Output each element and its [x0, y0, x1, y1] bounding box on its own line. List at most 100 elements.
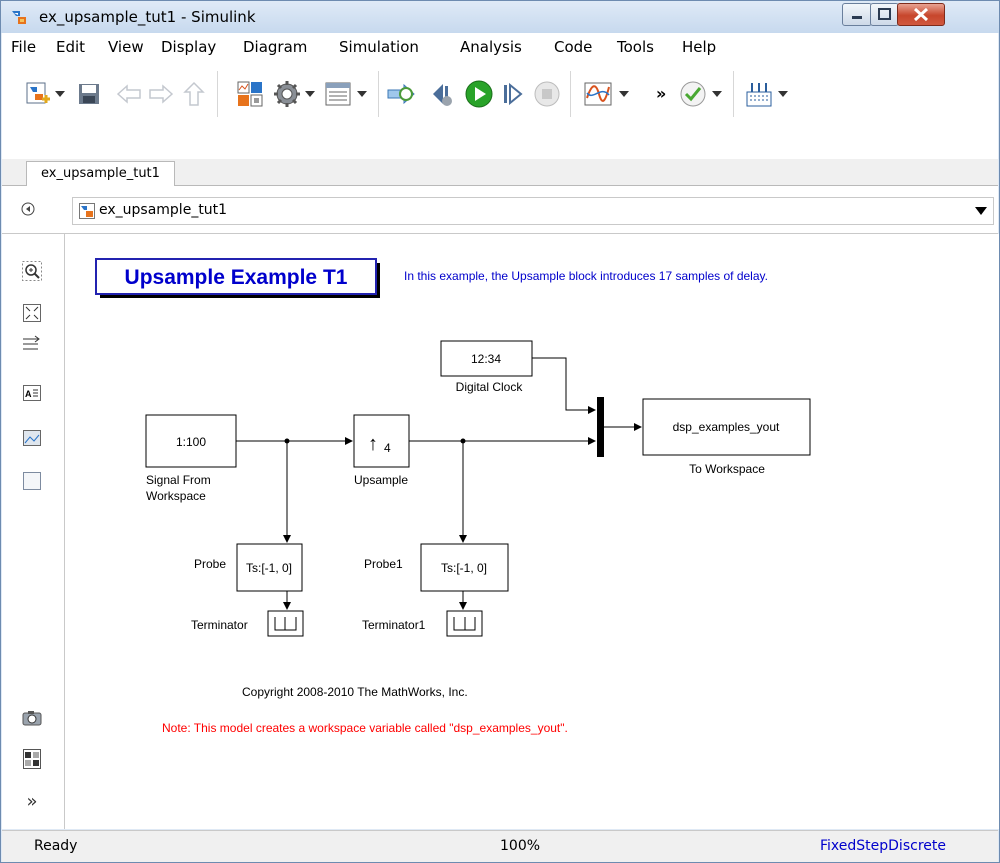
menu-display[interactable]: Display [161, 38, 216, 56]
to-workspace-block[interactable]: dsp_examples_yout [642, 398, 811, 456]
status-bar: Ready 100% FixedStepDiscrete [2, 830, 998, 862]
data-inspector-icon [584, 82, 612, 106]
new-model-dropdown-icon[interactable] [55, 91, 65, 97]
minimize-button[interactable] [842, 3, 872, 26]
menu-code[interactable]: Code [554, 38, 592, 56]
double-chevron-right-icon: » [26, 790, 38, 812]
model-title: Upsample Example T1 [125, 266, 348, 289]
check-icon [680, 81, 706, 107]
menu-analysis[interactable]: Analysis [460, 38, 522, 56]
palette-expand-button[interactable]: » [21, 790, 43, 812]
advisor-dropdown-icon[interactable] [712, 91, 722, 97]
digital-clock-content: 12:34 [471, 352, 501, 366]
model-advisor-button[interactable] [677, 78, 709, 110]
tab-ex-upsample-tut1[interactable]: ex_upsample_tut1 [26, 161, 175, 186]
new-model-button[interactable] [21, 78, 53, 110]
toolbar-separator [733, 71, 734, 117]
up-button[interactable] [178, 78, 210, 110]
update-diagram-icon [387, 83, 415, 105]
fit-to-view-button[interactable] [21, 302, 43, 324]
simulink-model-icon [79, 203, 95, 219]
model-settings-button[interactable] [271, 78, 303, 110]
annotation-button[interactable]: A [21, 382, 43, 404]
model-title-annotation[interactable]: Upsample Example T1 [95, 258, 380, 298]
image-button[interactable] [21, 427, 43, 449]
step-back-button[interactable] [425, 78, 457, 110]
save-icon [79, 84, 99, 104]
menu-view[interactable]: View [108, 38, 144, 56]
arrow-up-icon [183, 81, 205, 106]
area-button[interactable] [21, 470, 43, 492]
forward-button[interactable] [145, 78, 177, 110]
signal-from-workspace-block[interactable]: 1:100 [145, 414, 237, 468]
build-button[interactable] [743, 78, 775, 110]
update-diagram-button[interactable] [386, 78, 418, 110]
digital-clock-label: Digital Clock [456, 380, 524, 394]
model-canvas[interactable]: Upsample Example T1 In this example, the… [65, 234, 999, 829]
play-icon [465, 80, 493, 108]
route-lines-icon [23, 335, 40, 350]
inspector-dropdown-icon[interactable] [619, 91, 629, 97]
upsample-arrow-icon: ↑ [368, 433, 378, 455]
step-forward-icon [504, 82, 523, 106]
toolbar-separator [378, 71, 379, 117]
upsample-label: Upsample [354, 473, 408, 487]
fit-to-view-icon [23, 304, 41, 322]
zoom-icon [22, 261, 42, 281]
zoom-button[interactable] [21, 260, 43, 282]
library-browser-button[interactable] [234, 78, 266, 110]
run-button[interactable] [463, 78, 495, 110]
camera-icon [22, 711, 42, 726]
to-workspace-label: To Workspace [689, 462, 765, 476]
toolbar-overflow-button[interactable]: » [656, 84, 666, 103]
explorer-dropdown-icon[interactable] [357, 91, 367, 97]
property-inspector-button[interactable] [21, 748, 43, 770]
mux-block[interactable] [597, 397, 604, 457]
menu-simulation[interactable]: Simulation [339, 38, 419, 56]
workspace-note: Note: This model creates a workspace var… [162, 721, 568, 735]
branch-point [284, 438, 290, 444]
hide-browser-button[interactable] [20, 201, 36, 217]
probe1-content: Ts:[-1, 0] [441, 561, 487, 575]
save-button[interactable] [73, 78, 105, 110]
area-icon [23, 472, 41, 490]
route-lines-button[interactable] [21, 332, 43, 354]
maximize-button[interactable] [870, 3, 899, 26]
title-bar: ex_upsample_tut1 - Simulink [1, 1, 999, 33]
build-dropdown-icon[interactable] [778, 91, 788, 97]
model-path-field[interactable]: ex_upsample_tut1 [72, 197, 994, 225]
terminator1-block[interactable] [446, 610, 483, 637]
signal-from-workspace-content: 1:100 [176, 435, 206, 449]
upsample-block[interactable]: ↑ 4 [353, 414, 410, 468]
menu-edit[interactable]: Edit [56, 38, 85, 56]
menu-tools[interactable]: Tools [617, 38, 654, 56]
probe-block[interactable]: Ts:[-1, 0] [236, 543, 303, 592]
model-explorer-icon [325, 82, 351, 106]
stop-button[interactable] [531, 78, 563, 110]
settings-dropdown-icon[interactable] [305, 91, 315, 97]
signal-from-workspace-label-2: Workspace [146, 489, 206, 503]
menu-diagram[interactable]: Diagram [243, 38, 307, 56]
back-button[interactable] [113, 78, 145, 110]
status-solver[interactable]: FixedStepDiscrete [820, 838, 946, 854]
status-zoom: 100% [500, 838, 541, 854]
toolbar: » [2, 61, 998, 159]
tab-bar: ex_upsample_tut1 [2, 159, 998, 186]
screenshot-button[interactable] [21, 707, 43, 729]
model-explorer-button[interactable] [322, 78, 354, 110]
terminator-block[interactable] [267, 610, 304, 637]
menu-file[interactable]: File [11, 38, 36, 56]
arrow-right-icon [149, 84, 174, 104]
chevron-down-icon[interactable] [975, 207, 987, 215]
arrow-left-icon [116, 84, 141, 104]
data-inspector-button[interactable] [582, 78, 614, 110]
new-model-icon [26, 82, 50, 104]
menu-help[interactable]: Help [682, 38, 716, 56]
address-bar: ex_upsample_tut1 [2, 186, 998, 234]
probe1-block[interactable]: Ts:[-1, 0] [420, 543, 509, 592]
model-description: In this example, the Upsample block intr… [404, 269, 768, 283]
close-button[interactable] [897, 3, 945, 26]
copyright-text: Copyright 2008-2010 The MathWorks, Inc. [242, 685, 468, 699]
digital-clock-block[interactable]: 12:34 [440, 340, 533, 377]
step-forward-button[interactable] [497, 78, 529, 110]
